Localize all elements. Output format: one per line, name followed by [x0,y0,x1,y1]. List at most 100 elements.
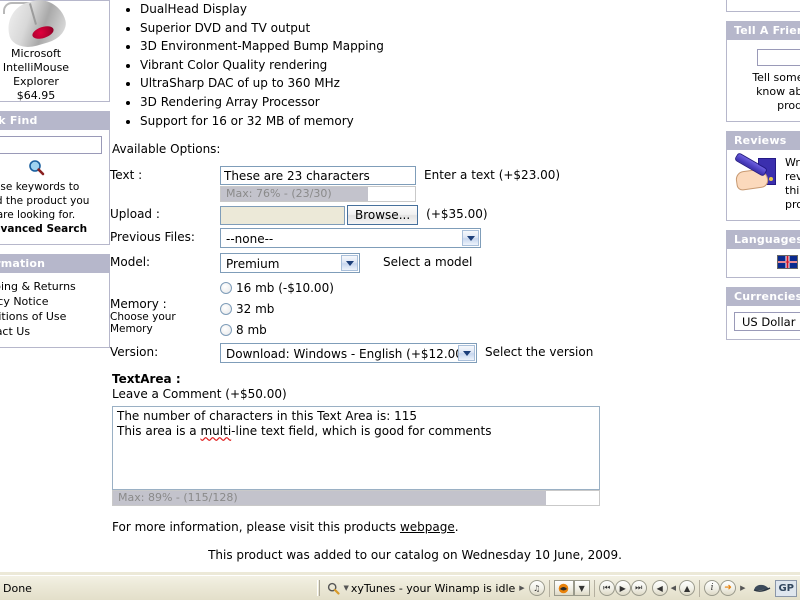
quick-find-hint: Use keywords to find the product you are… [0,180,102,236]
feature-item: Superior DVD and TV output [140,19,720,38]
reviews-box-body: Write review this prod [726,150,800,221]
available-options-heading: Available Options: [112,142,221,157]
search-input[interactable] [0,136,102,154]
reviews-text-line-1: Write [785,156,800,169]
reviews-text-line-4: prod [785,198,800,211]
advanced-search-link[interactable]: Advanced Search [0,223,87,235]
product-price: $64.95 [16,89,56,102]
upload-option-suffix: (+$35.00) [426,207,488,222]
winamp-icon[interactable] [553,580,574,596]
radio-icon[interactable] [220,324,232,337]
textarea-line2-post: -line text field, which is good for comm… [231,424,492,439]
tell-a-friend-line-2: know about this [756,85,800,98]
radio-icon[interactable] [220,282,232,295]
previous-files-value: --none-- [226,232,274,247]
flag-uk-icon[interactable] [776,255,798,269]
previous-files-label: Previous Files: [110,230,195,245]
feature-item: UltraSharp DAC of up to 360 MHz [140,74,720,93]
windows-taskbar: Done ▼ xyTunes - your Winamp is idle ▶ ♫… [0,575,800,600]
reviews-text-line-3: this [785,184,800,197]
reviews-text-line-2: review [785,170,800,183]
quick-find-hint-line-1: Use keywords to [0,181,80,193]
info-icon[interactable]: i [704,580,721,596]
magnifier-icon[interactable] [28,159,45,176]
reviews-box: Reviews Write review this prod [726,131,800,221]
info-link-privacy[interactable]: Privacy Notice [0,294,102,309]
model-value: Premium [226,257,280,272]
memory-choice-16mb[interactable]: 16 mb (-$10.00) [220,281,334,295]
sidebar-box-remnant [726,0,800,12]
reviews-box-title: Reviews [726,131,800,150]
option-row-version: Version: Download: Windows - English (+$… [110,343,720,364]
info-link-shipping[interactable]: Shipping & Returns [0,279,102,294]
chevron-down-icon[interactable]: ▼ [343,584,348,592]
memory-choice-32mb[interactable]: 32 mb [220,302,334,316]
textarea-line2-pre: This area is a [117,424,201,439]
text-option-suffix: Enter a text (+$23.00) [424,168,561,183]
information-title: Information [0,254,110,273]
browser-status-text: Done [3,581,32,595]
chevron-down-icon[interactable] [341,255,358,272]
feature-item: 3D Environment-Mapped Bump Mapping [140,37,720,56]
languages-box: Languages [726,230,800,278]
music-note-icon[interactable]: ♫ [528,580,545,596]
information-box: Information Shipping & Returns Privacy N… [0,254,110,348]
chevron-right-icon[interactable]: ▶ [740,584,745,592]
update-arrow-icon[interactable]: ➜ [720,580,737,596]
previous-track-icon[interactable]: ⏮ [598,580,615,596]
date-added-text: This product was added to our catalog on… [208,548,622,563]
quick-find-hint-line-2: find the product you [0,195,90,207]
gp-button[interactable]: GP [775,579,797,597]
chevron-down-icon[interactable] [462,230,479,247]
currency-select[interactable]: US Dollar [734,312,800,331]
chevron-right-icon[interactable]: ▶ [519,584,524,592]
next-track-icon[interactable]: ⏭ [630,580,647,596]
tell-a-friend-line-1: Tell someone you [752,71,800,84]
info-link-contact[interactable]: Contact Us [0,324,102,339]
memory-option-label: Memory : Choose your Memory [110,281,220,335]
tell-a-friend-text: Tell someone you know about this product… [734,71,800,113]
tell-a-friend-line-3: product. [777,99,800,112]
feature-item: Support for 16 or 32 MB of memory [140,112,720,131]
hat-icon[interactable] [753,581,771,596]
currencies-body: US Dollar [726,306,800,340]
taskbar-search[interactable]: ▼ [325,582,350,595]
memory-label-sub: Choose your Memory [110,311,176,336]
product-name-line-3: Explorer [13,75,59,88]
toolbar-grip[interactable] [317,580,321,596]
magnifier-icon[interactable] [327,582,341,595]
product-name-line-1: Microsoft [10,47,62,60]
volume-icon[interactable]: ◀ [651,580,668,596]
eject-icon[interactable]: ▲ [679,580,696,596]
mouse-icon [0,0,73,53]
reviews-box-text: Write review this prod [785,156,800,212]
info-link-conditions[interactable]: Conditions of Use [0,309,102,324]
tell-a-friend-input[interactable] [757,49,800,66]
product-webpage-link[interactable]: webpage [400,520,455,534]
model-select[interactable]: Premium [220,253,360,274]
text-option-input[interactable] [220,166,416,186]
tell-a-friend-body: Tell someone you know about this product… [726,40,800,122]
radio-icon[interactable] [220,303,232,316]
currencies-box: Currencies US Dollar [726,287,800,340]
product-main-content: DualHead Display Superior DVD and TV out… [110,0,720,571]
winamp-menu-chevron-icon[interactable]: ▼ [573,580,590,596]
quick-find-box: Quick Find Use keywords to find the prod… [0,111,110,245]
browse-button[interactable]: Browse... [347,205,419,226]
memory-choice-label: 8 mb [236,323,267,338]
quick-find-body: Use keywords to find the product you are… [0,130,110,245]
volume-left-arrow-icon[interactable]: ◀ [671,584,676,592]
featured-product-box[interactable]: Microsoft IntelliMouse Explorer $64.95 [0,0,110,102]
memory-choice-8mb[interactable]: 8 mb [220,323,334,337]
memory-label-main: Memory : [110,297,167,312]
more-info-prefix: For more information, please visit this … [112,520,400,535]
right-sidebar: Tell A Friend Tell someone you know abou… [726,0,800,349]
chevron-down-icon[interactable] [458,345,475,362]
play-icon[interactable]: ▶ [614,580,631,596]
tell-a-friend-title: Tell A Friend [726,21,800,40]
comment-textarea[interactable]: The number of characters in this Text Ar… [112,406,600,491]
upload-file-input[interactable] [220,205,345,225]
version-select[interactable]: Download: Windows - English (+$12.00) [220,343,477,364]
model-option-label: Model: [110,255,151,270]
previous-files-select[interactable]: --none-- [220,228,481,249]
